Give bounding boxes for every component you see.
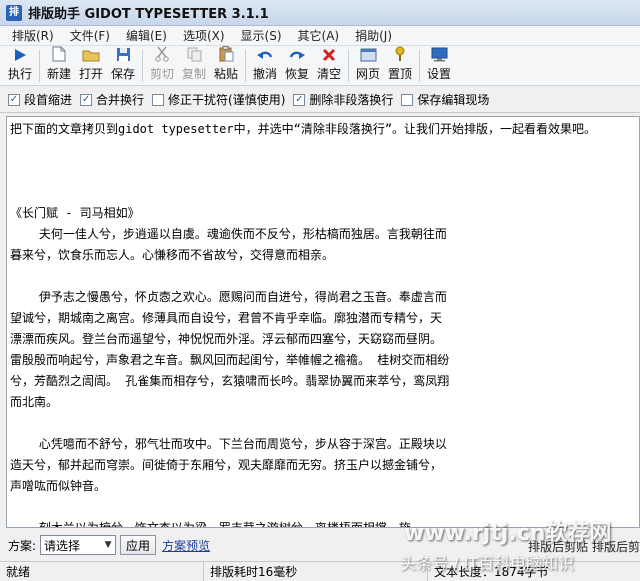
undo-button[interactable]: 撤消 (249, 47, 281, 85)
app-icon: 排 (6, 4, 22, 21)
cut-icon (153, 46, 171, 62)
plan-select[interactable]: 请选择 ▼ (40, 535, 117, 555)
new-button[interactable]: 新建 (43, 46, 75, 85)
pin-top-icon (391, 46, 409, 62)
menu-typeset[interactable]: 排版(R) (4, 27, 62, 44)
option-merge-lines[interactable]: ✓ 合并换行 (80, 91, 144, 108)
indent-checkbox[interactable]: ✓ (8, 93, 20, 106)
plan-label: 方案: (8, 538, 37, 553)
status-ready: 就绪 (0, 561, 204, 581)
option-indent[interactable]: ✓ 段首缩进 (8, 91, 72, 108)
menu-file[interactable]: 文件(F) (62, 27, 118, 44)
save-button[interactable]: 保存 (107, 47, 139, 85)
execute-button[interactable]: 执行 (4, 47, 36, 85)
apply-button[interactable]: 应用 (120, 535, 157, 555)
settings-button[interactable]: 设置 (423, 47, 455, 85)
paste-button[interactable]: 粘贴 (210, 46, 242, 85)
merge-lines-checkbox[interactable]: ✓ (80, 93, 93, 106)
open-folder-icon (82, 47, 100, 62)
title-bar: 排 排版助手 GIDOT TYPESETTER 3.1.1 (0, 0, 640, 26)
text-editor[interactable]: 把下面的文章拷贝到gidot typesetter中，并选中“清除非段落换行”。… (6, 116, 640, 528)
menu-edit[interactable]: 编辑(E) (118, 27, 175, 44)
new-file-icon (50, 46, 68, 62)
copy-icon (185, 47, 203, 62)
menu-donate[interactable]: 捐助(J) (347, 27, 400, 44)
play-icon (11, 47, 29, 62)
window-title: 排版助手 GIDOT TYPESETTER 3.1.1 (28, 7, 269, 22)
fix-noise-checkbox[interactable] (152, 93, 165, 106)
paste-icon (217, 46, 235, 62)
menu-other[interactable]: 其它(A) (290, 27, 348, 44)
status-time: 排版耗时16毫秒 (204, 561, 428, 581)
save-session-checkbox[interactable] (401, 93, 414, 106)
undo-icon (256, 47, 274, 62)
toolbar: 执行 新建 打开 保存 剪切 复制 粘贴 撤消 恢复 清空 网页 置顶 设置 (0, 46, 640, 86)
plan-preview-link[interactable]: 方案预览 (162, 537, 210, 554)
option-remove-breaks[interactable]: ✓ 删除非段落换行 (293, 91, 393, 108)
web-icon (359, 47, 377, 62)
option-save-session[interactable]: 保存编辑现场 (401, 91, 489, 108)
clear-icon (320, 47, 338, 62)
paragraph: 心凭噫而不舒兮，邪气壮而攻中。下兰台而周览兮，步从容于深宫。正殿块以造天兮，郁并… (10, 437, 447, 493)
remove-breaks-checkbox[interactable]: ✓ (293, 93, 306, 106)
open-button[interactable]: 打开 (75, 47, 107, 85)
options-bar: ✓ 段首缩进 ✓ 合并换行 修正干扰符(谨慎使用) ✓ 删除非段落换行 保存编辑现场 (0, 87, 640, 113)
article-title: 《长门赋 - 司马相如》 (10, 206, 140, 220)
save-icon (114, 47, 132, 62)
copy-button[interactable]: 复制 (178, 47, 210, 85)
intro-text: 把下面的文章拷贝到gidot typesetter中，并选中“清除非段落换行”。… (10, 122, 597, 136)
web-button[interactable]: 网页 (352, 47, 384, 85)
watermark-site: www.rjtj.cn软荐网 (404, 521, 612, 546)
option-fix-noise[interactable]: 修正干扰符(谨慎使用) (152, 91, 285, 108)
settings-icon (430, 47, 448, 62)
paragraph: 伊予志之慢愚兮，怀贞悫之欢心。愿赐问而自进兮，得尚君之玉音。奉虚言而望诚兮，期城… (10, 290, 450, 409)
menu-bar: 排版(R) 文件(F) 编辑(E) 选项(X) 显示(S) 其它(A) 捐助(J… (0, 26, 640, 46)
pin-top-button[interactable]: 置顶 (384, 46, 416, 85)
article-text: 《长门赋 - 司马相如》 夫何一佳人兮，步逍遥以自虞。魂逾佚而不反兮，形枯槁而独… (10, 203, 450, 528)
redo-icon (288, 47, 306, 62)
clear-button[interactable]: 清空 (313, 47, 345, 85)
redo-button[interactable]: 恢复 (281, 47, 313, 85)
watermark-byline: 头条号 / IT百科电脑知识 (400, 554, 575, 573)
menu-options[interactable]: 选项(X) (175, 27, 233, 44)
menu-display[interactable]: 显示(S) (233, 27, 290, 44)
paragraph: 夫何一佳人兮，步逍遥以自虞。魂逾佚而不反兮，形枯槁而独居。言我朝往而暮来兮，饮食… (10, 227, 447, 262)
paragraph: 刻木兰以为榱兮，饰文杏以为梁。罗丰茸之游树兮，离楼梧而相撑。施 (10, 521, 411, 528)
cut-button[interactable]: 剪切 (146, 46, 178, 85)
chevron-down-icon: ▼ (104, 540, 112, 550)
